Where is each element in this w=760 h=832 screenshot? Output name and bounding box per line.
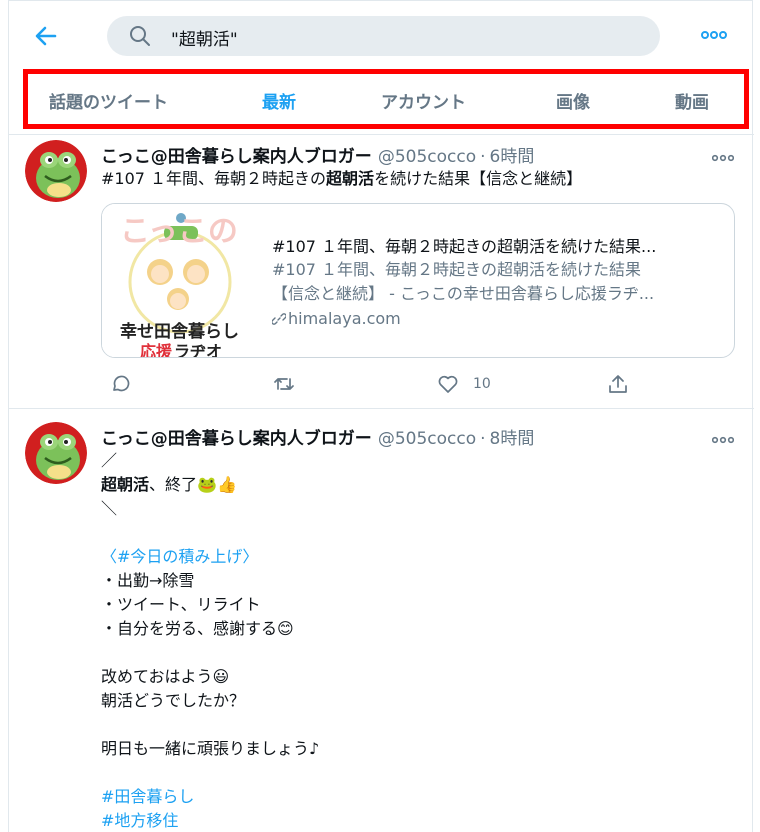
tab-top-tweets[interactable]: 話題のツイート [49,88,168,113]
search-box[interactable]: "超朝活" [107,16,660,56]
search-query[interactable]: "超朝活" [171,25,238,50]
retweet-icon[interactable] [273,373,295,397]
tweet-header: こっこ@田舎暮らし案内人ブロガー @505cocco · 8時間 [101,424,534,449]
card-description-line: #107 １年間、毎朝２時起きの超朝活を続けた結果 [272,260,642,279]
card-image-caption: こっこの 幸せ田舎暮らし 応援 ラヂオ [102,204,257,358]
link-card[interactable]: こっこの 幸せ田舎暮らし 応援 ラヂオ #107 １年間、毎朝２時起きの超朝活を… [101,203,735,358]
tweet-text: #107 １年間、毎朝２時起きの超朝活を続けた結果【信念と継続】 [101,167,582,191]
user-handle[interactable]: @505cocco [378,147,476,167]
tweet-line: ／ [101,451,118,470]
tweet-more-icon[interactable] [711,148,735,162]
tweet-line: 改めておはよう😃 [101,667,230,686]
search-icon [129,25,151,47]
card-title: #107 １年間、毎朝２時起きの超朝活を続けた結果... [272,237,657,256]
card-image-title: こっこの [120,214,238,249]
tweet-line: ＼ [101,499,118,518]
tweet-actions: 10 [101,371,731,399]
share-icon[interactable] [607,373,629,397]
hashtag-link[interactable]: #地方移住 [101,809,319,832]
tweet[interactable]: こっこ@田舎暮らし案内人ブロガー @505cocco · 6時間 #107 １年間、毎… [9,135,754,409]
tweet-line: ・ツイート、リライト [101,595,261,614]
like-count: 10 [473,376,491,392]
tweet-text: ／ 超朝活、終了🐸👍 ＼ 〈#今日の積み上げ〉 ・出勤→除雪 ・ツイート、リライ… [101,449,319,832]
user-name[interactable]: こっこ@田舎暮らし案内人ブロガー [101,429,372,449]
more-options-icon[interactable] [701,27,727,43]
card-domain: himalaya.com [271,309,401,330]
user-handle[interactable]: @505cocco [378,429,476,449]
back-arrow-icon[interactable] [31,21,61,51]
tab-videos[interactable]: 動画 [675,88,709,113]
user-name[interactable]: こっこ@田舎暮らし案内人ブロガー [101,147,372,167]
separator-dot: · [480,147,486,167]
tab-latest[interactable]: 最新 [262,88,296,113]
tweet-text-part: #107 １年間、毎朝２時起きの [101,169,327,188]
tweet-time[interactable]: 8時間 [490,429,535,449]
card-image-tag: ラヂオ [174,342,223,358]
tweet-line: ・出勤→除雪 [101,571,195,590]
card-image-tag: 応援 [140,342,173,358]
separator-dot: · [480,429,486,449]
tab-images[interactable]: 画像 [556,88,590,113]
tweet-text-highlight: 超朝活 [101,475,150,494]
card-thumbnail: こっこの 幸せ田舎暮らし 応援 ラヂオ [102,204,257,358]
link-icon [271,311,288,330]
search-tabs: 話題のツイート 最新 アカウント 画像 動画 [23,69,749,129]
tweet-header: こっこ@田舎暮らし案内人ブロガー @505cocco · 6時間 [101,142,534,167]
hashtag-link[interactable]: #田舎暮らし [101,785,319,809]
reply-icon[interactable] [109,373,131,397]
tweet[interactable]: こっこ@田舎暮らし案内人ブロガー @505cocco · 8時間 ／ 超朝活、終了🐸👍… [9,409,754,832]
tweet-line: 超朝活、終了🐸👍 [101,473,319,497]
tweet-text-part: 、終了🐸👍 [149,475,237,494]
tweet-more-icon[interactable] [711,430,735,444]
like-button[interactable]: 10 [437,373,497,397]
hashtag-link[interactable]: 〈#今日の積み上げ〉 [101,545,319,569]
avatar[interactable] [25,422,87,484]
heart-icon [437,375,459,399]
tweet-line: 朝活どうでしたか？ [101,691,246,710]
timeline-column: "超朝活" 話題のツイート 最新 アカウント 画像 動画 こっこ@田舎暮らし案内… [8,0,754,832]
tweet-text-part: を続けた結果【信念と継続】 [374,169,583,188]
tweet-line: 明日も一緒に頑張りましょう♪ [101,739,320,758]
card-description-line: 【信念と継続】 - こっこの幸せ田舎暮らし応援ラヂ... [272,284,655,303]
card-domain-text: himalaya.com [288,309,401,328]
tweet-time[interactable]: 6時間 [490,147,535,167]
tweet-line: ・自分を労る、感謝する😊 [101,619,294,638]
tweet-text-highlight: 超朝活 [326,169,375,188]
card-description: #107 １年間、毎朝２時起きの超朝活を続けた結果 【信念と継続】 - こっこの… [272,258,654,306]
tab-accounts[interactable]: アカウント [381,88,466,113]
avatar[interactable] [25,140,87,202]
search-header: "超朝活" [9,1,754,69]
